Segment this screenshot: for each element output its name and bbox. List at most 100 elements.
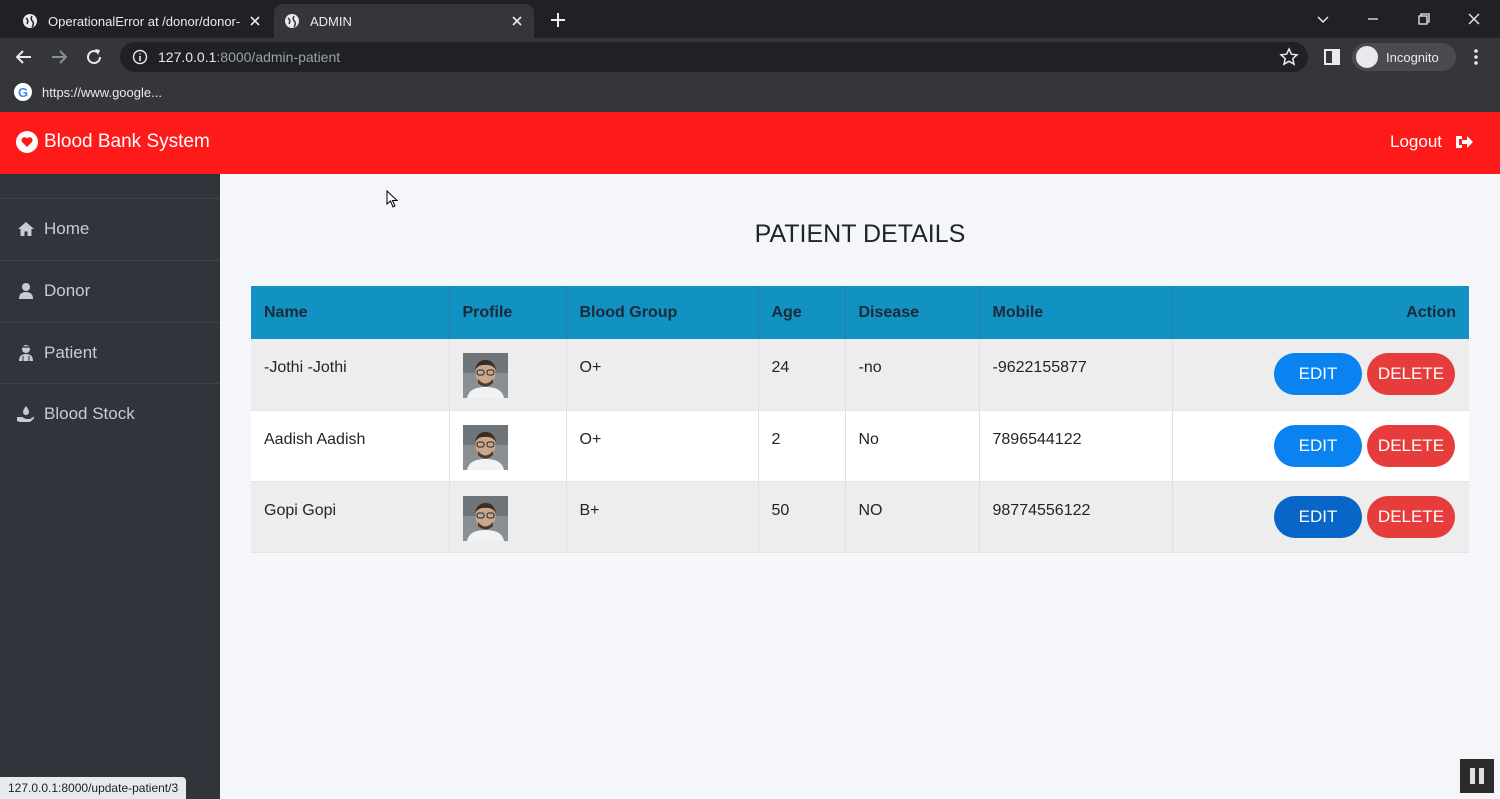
cell-profile [449, 339, 567, 411]
globe-icon [285, 14, 299, 28]
sidebar-item-home[interactable]: Home [0, 198, 220, 259]
new-tab-icon[interactable] [546, 8, 570, 32]
close-tab-icon[interactable] [510, 14, 524, 28]
column-header-blood-group: Blood Group [566, 286, 759, 339]
incognito-icon [1356, 46, 1378, 68]
column-header-name: Name [251, 286, 450, 339]
cell-disease: NO [845, 481, 980, 553]
logout-label: Logout [1390, 132, 1442, 151]
sidebar-item-label: Patient [44, 343, 97, 362]
close-window-icon[interactable] [1463, 8, 1485, 30]
cell-blood-group: O+ [566, 339, 759, 411]
bookmark-google[interactable]: G https://www.google... [14, 83, 162, 101]
delete-button[interactable]: DELETE [1367, 495, 1455, 538]
pause-icon [1470, 768, 1475, 784]
cell-mobile: -9622155877 [979, 339, 1173, 411]
column-header-action: Action [1172, 286, 1469, 339]
browser-tab-admin[interactable]: ADMIN [274, 4, 534, 38]
sidebar-item-patient[interactable]: Patient [0, 322, 220, 383]
app-header: Blood Bank System Logout [0, 112, 1500, 174]
column-header-disease: Disease [845, 286, 980, 339]
column-header-profile: Profile [449, 286, 567, 339]
page-title: PATIENT DETAILS [754, 220, 966, 248]
browser-tab-bar: OperationalError at /donor/donor- ADMIN [0, 0, 1500, 38]
delete-button[interactable]: DELETE [1367, 353, 1455, 395]
side-panel-icon[interactable] [1322, 47, 1342, 67]
brand[interactable]: Blood Bank System [16, 131, 210, 153]
browser-tab-error[interactable]: OperationalError at /donor/donor- [12, 4, 272, 38]
sidebar-item-donor[interactable]: Donor [0, 260, 220, 321]
cell-age: 2 [758, 410, 846, 482]
back-icon[interactable] [14, 47, 34, 67]
brand-name: Blood Bank System [44, 131, 210, 152]
bookmarks-bar: G https://www.google... [0, 76, 1500, 112]
table-row: -Jothi -Jothi O+ 24 -no -9622155877 EDIT… [251, 339, 1469, 411]
url-host: 127.0.0.1 [158, 49, 217, 65]
more-menu-icon[interactable] [1466, 47, 1486, 67]
cell-disease: No [845, 410, 980, 482]
address-bar[interactable]: 127.0.0.1:8000/admin-patient [120, 42, 1308, 72]
sign-out-icon [1456, 136, 1473, 148]
user-icon [19, 283, 33, 299]
tab-title: OperationalError at /donor/donor- [48, 13, 241, 29]
cell-profile [449, 481, 567, 553]
edit-button[interactable]: EDIT [1274, 424, 1362, 467]
tab-search-icon[interactable] [1312, 8, 1334, 30]
cell-mobile: 98774556122 [979, 481, 1173, 553]
forward-icon[interactable] [49, 47, 69, 67]
restore-icon[interactable] [1413, 8, 1435, 30]
cell-action: EDIT DELETE [1172, 481, 1469, 553]
profile-photo[interactable] [462, 424, 508, 470]
sidebar-item-blood-stock[interactable]: Blood Stock [0, 383, 220, 444]
minimize-icon[interactable] [1362, 8, 1384, 30]
edit-button[interactable]: EDIT [1274, 495, 1362, 538]
profile-photo[interactable] [462, 353, 508, 398]
status-bar-url: 127.0.0.1:8000/update-patient/3 [0, 777, 187, 799]
column-header-age: Age [758, 286, 846, 339]
globe-icon [23, 14, 37, 28]
delete-button[interactable]: DELETE [1367, 424, 1455, 467]
close-tab-icon[interactable] [248, 14, 262, 28]
incognito-profile-button[interactable]: Incognito [1352, 43, 1456, 71]
mouse-cursor-icon [386, 190, 398, 208]
cell-blood-group: B+ [566, 481, 759, 553]
browser-toolbar: 127.0.0.1:8000/admin-patient Incognito [0, 38, 1500, 76]
cell-action: EDIT DELETE [1172, 410, 1469, 482]
table-row: Aadish Aadish O+ 2 No 7896544122 EDIT DEL… [251, 410, 1469, 482]
cell-name: Aadish Aadish [251, 410, 450, 482]
cell-disease: -no [845, 339, 980, 411]
hand-holding-icon [17, 406, 34, 422]
table-header-row: Name Profile Blood Group Age Disease Mob… [251, 286, 1469, 339]
home-icon [18, 222, 34, 236]
pause-icon [1479, 768, 1484, 784]
bookmark-label: https://www.google... [42, 84, 162, 100]
cell-name: -Jothi -Jothi [251, 339, 450, 411]
cell-name: Gopi Gopi [251, 481, 450, 553]
cell-age: 24 [758, 339, 846, 411]
url-path: :8000/admin-patient [216, 49, 341, 65]
tab-title: ADMIN [310, 13, 352, 29]
reload-icon[interactable] [84, 47, 104, 67]
cell-age: 50 [758, 481, 846, 553]
profile-label: Incognito [1386, 49, 1439, 65]
column-header-mobile: Mobile [979, 286, 1173, 339]
info-icon[interactable] [132, 49, 148, 65]
main-content: PATIENT DETAILS Name Profile Blood Group… [220, 174, 1500, 799]
table-row: Gopi Gopi B+ 50 NO 98774556122 EDIT DELET… [251, 481, 1469, 553]
edit-button[interactable]: EDIT [1274, 353, 1362, 395]
cell-mobile: 7896544122 [979, 410, 1173, 482]
patient-table: Name Profile Blood Group Age Disease Mob… [251, 286, 1469, 553]
profile-photo[interactable] [462, 495, 508, 541]
pause-button[interactable] [1460, 759, 1494, 793]
cell-blood-group: O+ [566, 410, 759, 482]
url-text: 127.0.0.1:8000/admin-patient [158, 49, 340, 65]
sidebar-item-label: Home [44, 219, 90, 238]
sidebar-item-label: Donor [44, 281, 91, 300]
logout-link[interactable]: Logout [1390, 132, 1474, 152]
bookmark-star-icon[interactable] [1279, 47, 1299, 67]
cell-action: EDIT DELETE [1172, 339, 1469, 411]
heart-icon [16, 131, 38, 153]
google-icon: G [14, 83, 32, 101]
cell-profile [449, 410, 567, 482]
sidebar: Home Donor Patient Blood Stock [0, 174, 220, 799]
